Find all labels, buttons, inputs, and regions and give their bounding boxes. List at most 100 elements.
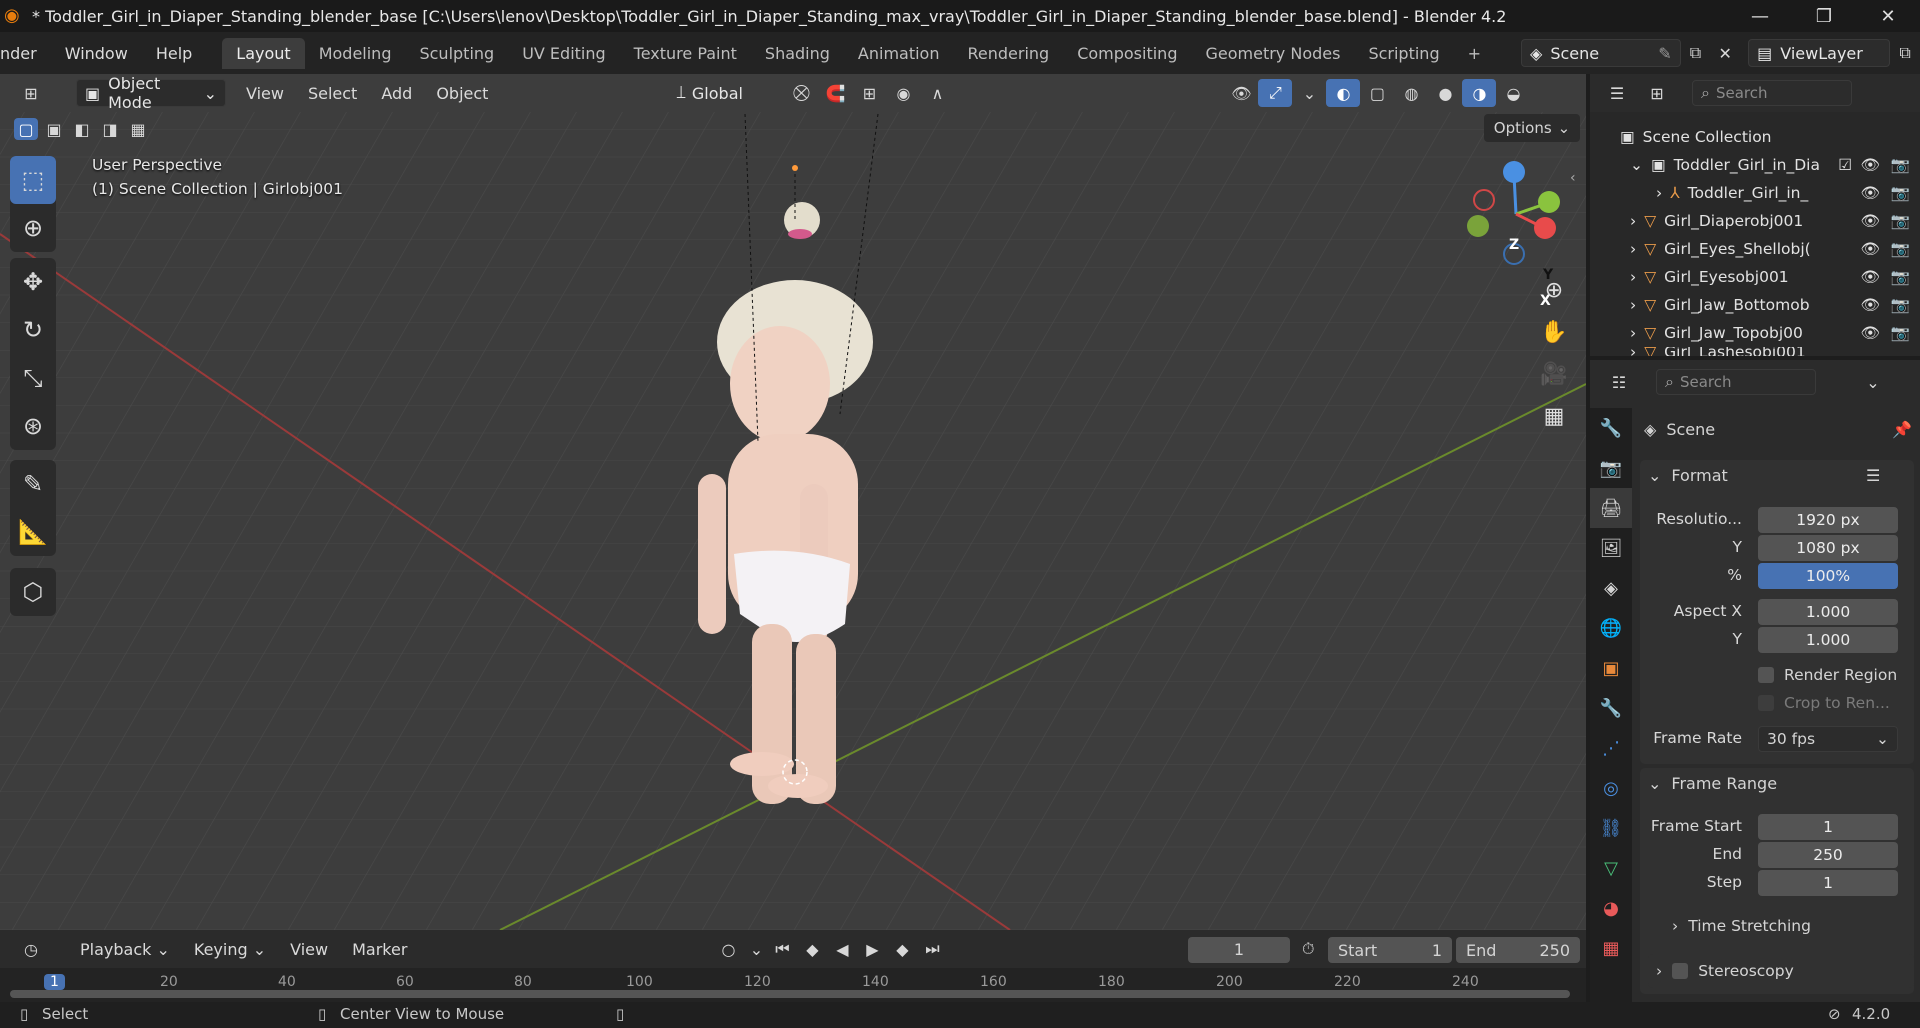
frame-start-field[interactable]: 1 <box>1758 814 1898 840</box>
chevron-down-icon[interactable]: ⌄ <box>745 935 767 963</box>
menu-render[interactable]: nder <box>0 44 51 63</box>
chevron-right-icon[interactable]: › <box>1630 240 1636 258</box>
jump-end-icon[interactable]: ⏭ <box>917 935 947 963</box>
gizmo-toggle-icon[interactable]: ⤢ <box>1258 79 1293 107</box>
viewport-menu-add[interactable]: Add <box>369 84 424 103</box>
camera-icon[interactable]: 📷 <box>1891 324 1910 342</box>
render-tab-icon[interactable]: 📷 <box>1590 448 1632 488</box>
tool-tab-icon[interactable]: 🔧 <box>1590 408 1632 448</box>
particles-tab-icon[interactable]: ⋰ <box>1590 728 1632 768</box>
time-stretching-subpanel[interactable]: › Time Stretching <box>1672 917 1811 935</box>
select-subtract-icon[interactable]: ◧ <box>70 118 94 140</box>
add-cube-tool-icon[interactable]: ⬡ <box>10 568 56 616</box>
timeline-ruler[interactable]: 1 20 40 60 80 100 120 140 160 180 200 22… <box>0 968 1586 1002</box>
properties-editor-icon[interactable]: ☷ <box>1602 368 1636 396</box>
pin-icon[interactable]: ✎ <box>1658 44 1671 63</box>
move-tool-icon[interactable]: ✥ <box>10 258 56 306</box>
texture-tab-icon[interactable]: ▦ <box>1590 928 1632 968</box>
visibility-icon[interactable]: 👁 <box>1224 79 1258 107</box>
checkbox-icon[interactable] <box>1672 963 1689 979</box>
chevron-right-icon[interactable]: › <box>1656 184 1662 202</box>
ortho-grid-icon[interactable]: ▦ <box>1534 396 1574 436</box>
tab-uv-editing[interactable]: UV Editing <box>508 38 619 69</box>
frame-rate-dropdown[interactable]: 30 fps ⌄ <box>1758 726 1898 752</box>
pan-hand-icon[interactable]: ✋ <box>1534 312 1574 352</box>
keying-menu[interactable]: Keying ⌄ <box>182 940 278 959</box>
camera-view-icon[interactable]: 🎥 <box>1534 354 1574 394</box>
rotate-tool-icon[interactable]: ↻ <box>10 306 56 354</box>
modifier-tab-icon[interactable]: 🔧 <box>1590 688 1632 728</box>
eye-icon[interactable]: 👁 <box>1860 212 1880 230</box>
display-mode-icon[interactable]: ⊞ <box>1640 79 1674 107</box>
chevron-down-icon[interactable]: ⌄ <box>1856 368 1890 396</box>
viewport-menu-object[interactable]: Object <box>424 84 500 103</box>
eye-icon[interactable]: 👁 <box>1860 296 1880 314</box>
transform-tool-icon[interactable]: ⊛ <box>10 402 56 450</box>
material-shading-icon[interactable]: ◑ <box>1462 79 1497 107</box>
output-tab-icon[interactable]: 🖨 <box>1590 488 1632 528</box>
menu-help[interactable]: Help <box>142 44 206 63</box>
play-reverse-icon[interactable]: ◀ <box>827 935 857 963</box>
3d-viewport[interactable]: Z Y X ⊞ ▣ Object Mode ⌄ View Select Add … <box>0 74 1586 930</box>
mode-selector[interactable]: ▣ Object Mode ⌄ <box>76 74 226 112</box>
new-viewlayer-icon[interactable]: ⧉ <box>1890 39 1920 67</box>
gizmo-menu-icon[interactable]: ⌄ <box>1292 79 1326 107</box>
select-intersect-icon[interactable]: ▦ <box>126 118 150 140</box>
eye-icon[interactable]: 👁 <box>1860 156 1880 174</box>
stereoscopy-panel[interactable]: › Stereoscopy <box>1648 954 1914 988</box>
object-tab-icon[interactable]: ▣ <box>1590 648 1632 688</box>
outliner-row[interactable]: › ▽ Girl_Diaperobj001 👁 📷 <box>1590 207 1920 235</box>
outliner-row[interactable]: › ▽ Girl_Jaw_Topobj00 👁 📷 <box>1590 319 1920 347</box>
eye-icon[interactable]: 👁 <box>1860 240 1880 258</box>
resolution-y-field[interactable]: 1080 px <box>1758 535 1898 561</box>
frame-end-field[interactable]: 250 <box>1758 842 1898 868</box>
render-region-checkbox[interactable]: Render Region <box>1758 666 1897 684</box>
timeline-editor-icon[interactable]: ◷ <box>14 935 48 963</box>
select-extend-icon[interactable]: ▣ <box>42 118 66 140</box>
tab-rendering[interactable]: Rendering <box>953 38 1063 69</box>
select-mode-buttons[interactable]: ▢ ▣ ◧ ◨ ▦ <box>14 118 150 140</box>
options-dropdown[interactable]: Options ⌄ <box>1484 114 1580 142</box>
pin-icon[interactable]: 📌 <box>1892 420 1912 439</box>
scale-tool-icon[interactable]: ⤡ <box>10 354 56 402</box>
tab-compositing[interactable]: Compositing <box>1063 38 1191 69</box>
menu-window[interactable]: Window <box>51 44 142 63</box>
auto-keying-icon[interactable]: ○ <box>711 935 745 963</box>
maximize-button[interactable]: ❐ <box>1792 6 1856 27</box>
tab-sculpting[interactable]: Sculpting <box>405 38 508 69</box>
timeline-view-menu[interactable]: View <box>278 940 340 959</box>
select-new-icon[interactable]: ▢ <box>14 118 38 140</box>
camera-icon[interactable]: 📷 <box>1891 240 1910 258</box>
frame-range-panel-header[interactable]: ⌄ Frame Range <box>1648 774 1777 793</box>
eye-icon[interactable]: 👁 <box>1860 184 1880 202</box>
outliner-row-scene-collection[interactable]: ▣ Scene Collection <box>1590 123 1920 151</box>
physics-tab-icon[interactable]: ◎ <box>1590 768 1632 808</box>
next-keyframe-icon[interactable]: ◆ <box>887 935 917 963</box>
close-button[interactable]: ✕ <box>1856 6 1920 27</box>
overlay-toggle-icon[interactable]: ◐ <box>1326 79 1361 107</box>
rendered-shading-icon[interactable]: ◒ <box>1496 79 1530 107</box>
camera-icon[interactable]: 📷 <box>1891 212 1910 230</box>
world-tab-icon[interactable]: 🌐 <box>1590 608 1632 648</box>
timeline-scrollbar[interactable] <box>10 990 1570 998</box>
annotate-tool-icon[interactable]: ✎ <box>10 460 56 508</box>
pivot-icon[interactable]: ⛒ <box>784 79 818 107</box>
falloff-icon[interactable]: ∧ <box>920 79 954 107</box>
select-box-tool-icon[interactable]: ⬚ <box>10 156 56 204</box>
data-tab-icon[interactable]: ▽ <box>1590 848 1632 888</box>
editor-type-icon[interactable]: ⊞ <box>14 79 48 107</box>
eye-icon[interactable]: 👁 <box>1860 268 1880 286</box>
outliner-editor-icon[interactable]: ☰ <box>1600 79 1634 107</box>
chevron-down-icon[interactable]: ⌄ <box>1630 156 1643 174</box>
start-frame-field[interactable]: Start 1 <box>1328 937 1452 963</box>
camera-icon[interactable]: 📷 <box>1891 296 1910 314</box>
camera-icon[interactable]: 📷 <box>1891 268 1910 286</box>
transform-orientation[interactable]: ⟘ Global <box>668 79 778 107</box>
cursor-tool-icon[interactable]: ⊕ <box>10 204 56 252</box>
play-icon[interactable]: ▶ <box>857 935 887 963</box>
prev-keyframe-icon[interactable]: ◆ <box>797 935 827 963</box>
add-workspace-button[interactable]: + <box>1454 38 1495 69</box>
tab-layout[interactable]: Layout <box>222 37 305 69</box>
outliner-row[interactable]: ⌄ ▣ Toddler_Girl_in_Dia ☑ 👁 📷 <box>1590 151 1920 179</box>
viewport-menu-view[interactable]: View <box>234 84 296 103</box>
